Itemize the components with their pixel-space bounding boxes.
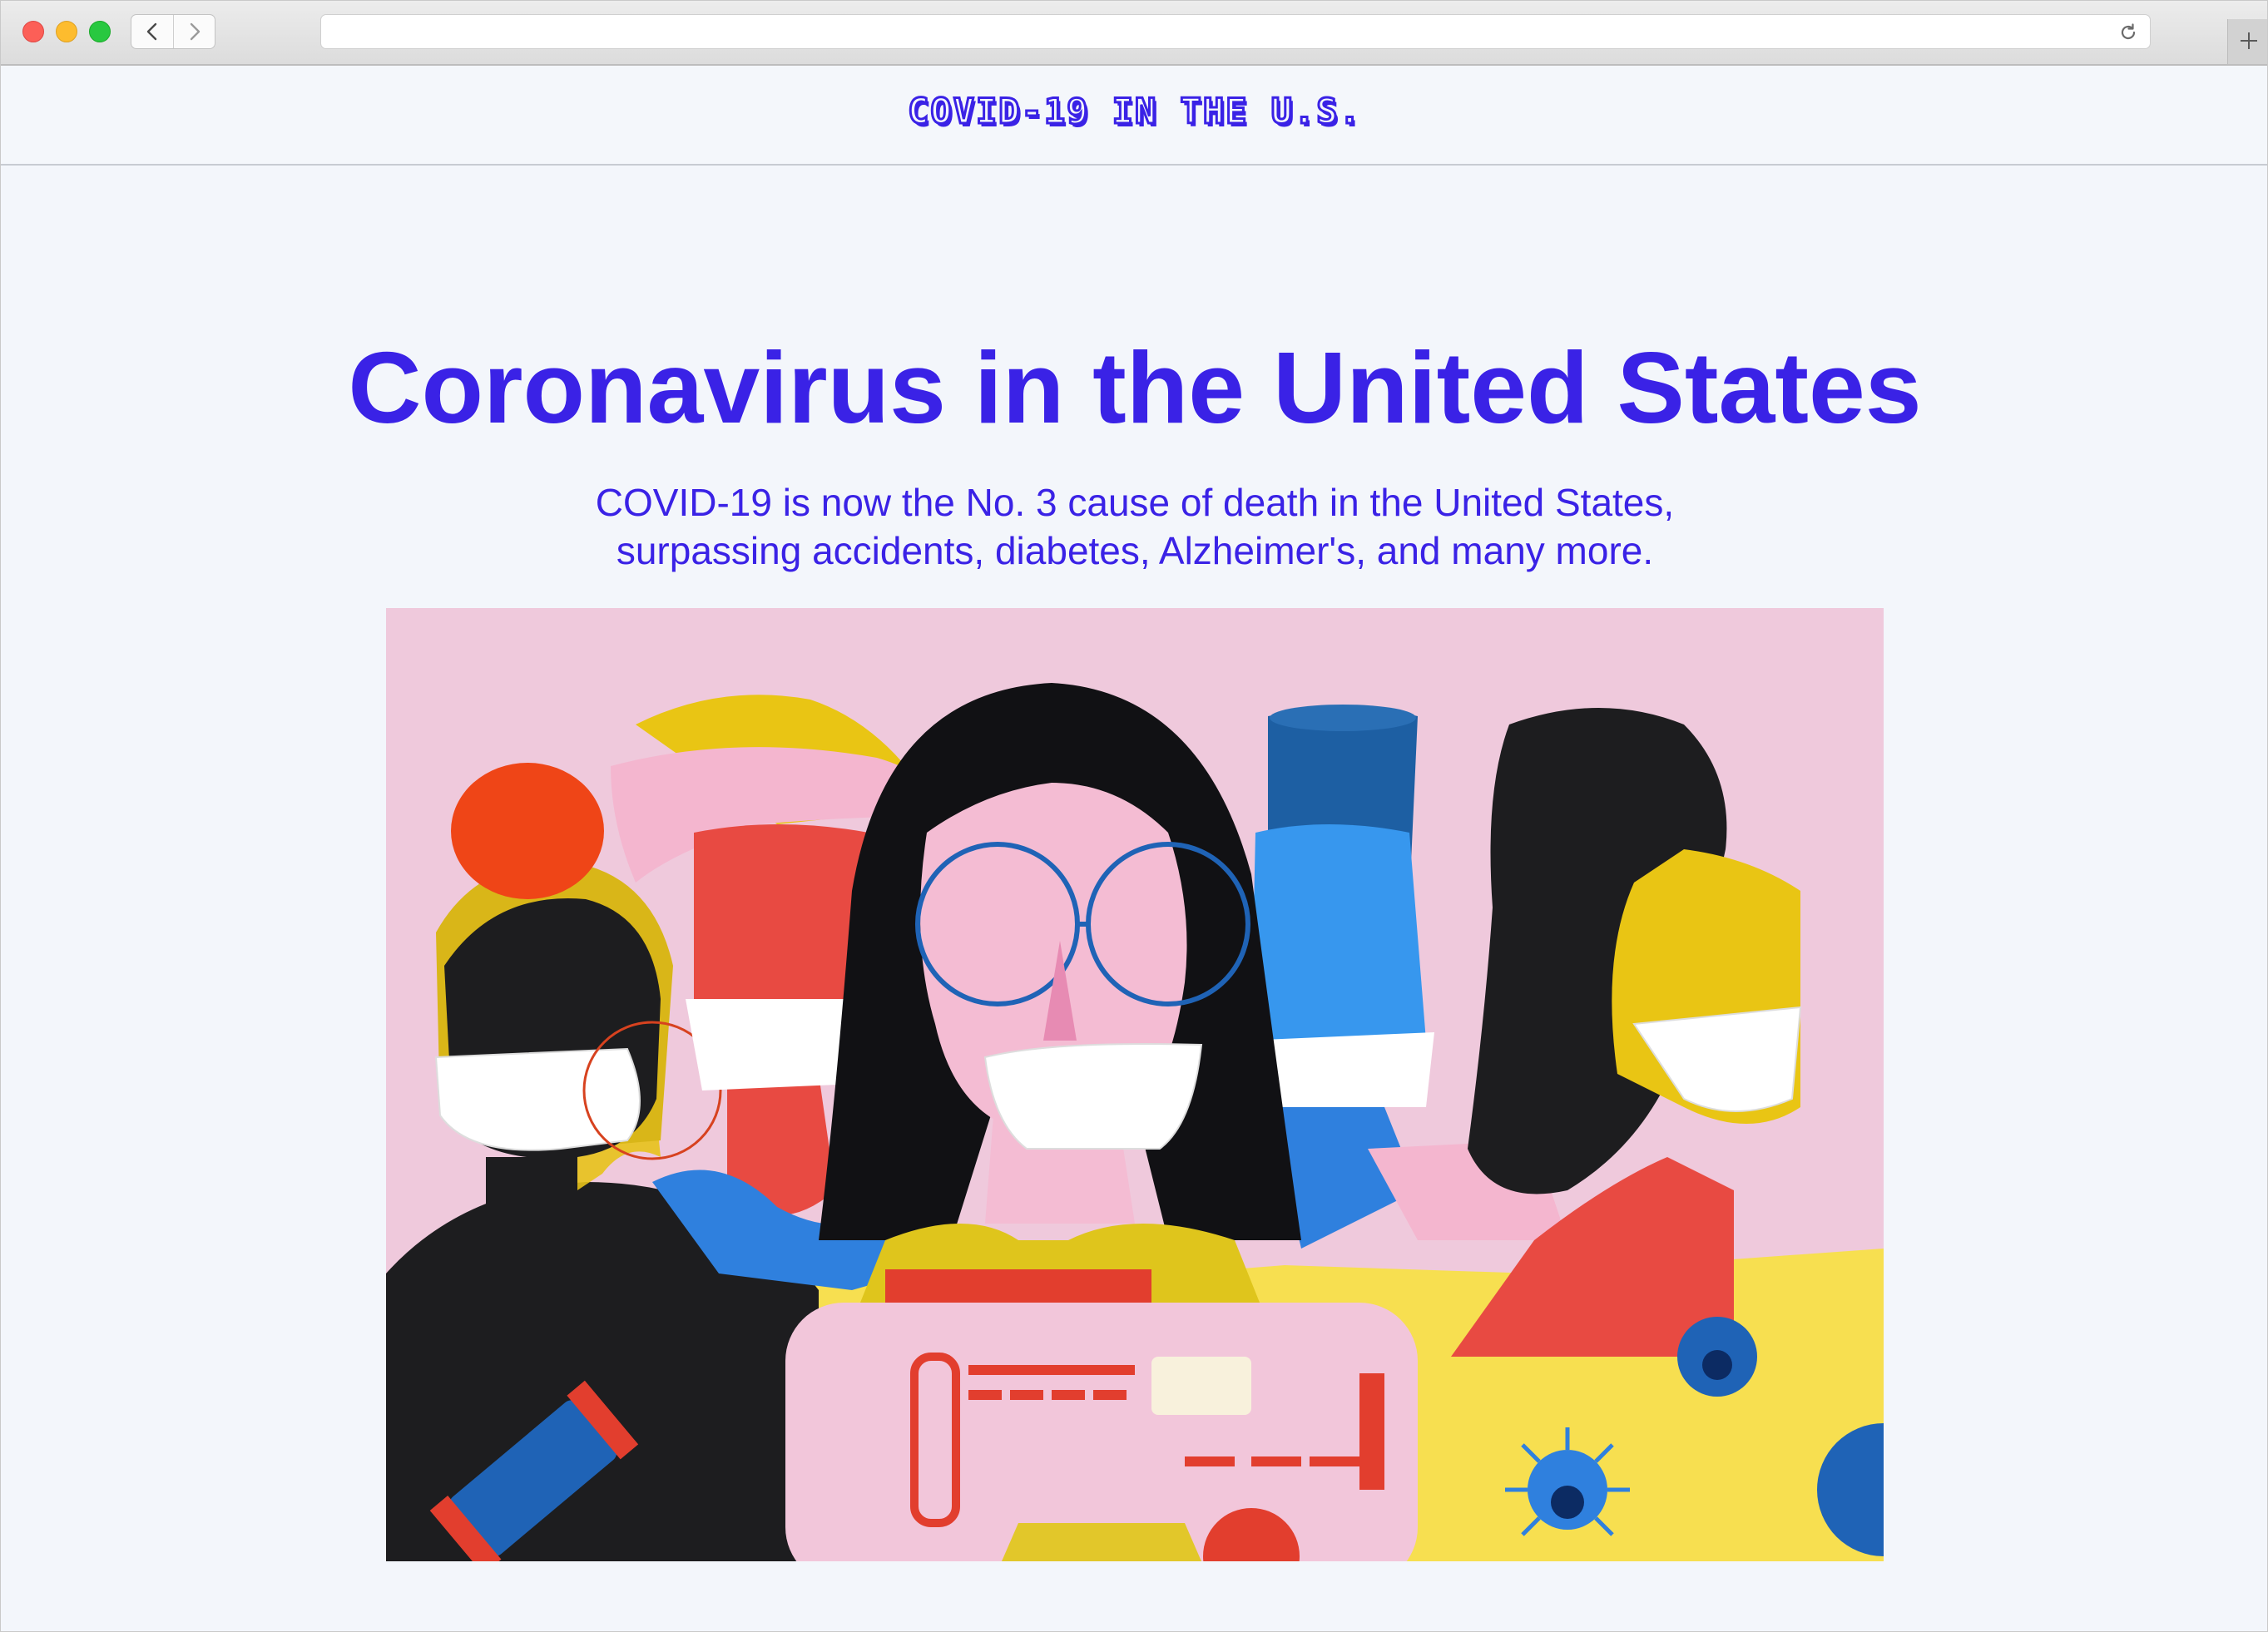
site-logo[interactable]: COVID-19 IN THE U.S. xyxy=(1,90,2267,133)
subtitle-line-2: surpassing accidents, diabetes, Alzheime… xyxy=(616,529,1654,572)
site-header: COVID-19 IN THE U.S. xyxy=(1,66,2267,166)
navigation-buttons xyxy=(131,14,215,49)
masked-people-illustration xyxy=(386,608,1884,1561)
address-bar[interactable] xyxy=(320,14,2151,49)
minimize-window-button[interactable] xyxy=(56,21,77,42)
forward-button[interactable] xyxy=(174,15,215,48)
page-subtitle: COVID-19 is now the No. 3 cause of death… xyxy=(469,478,1800,575)
back-arrow-icon xyxy=(146,22,157,41)
browser-toolbar xyxy=(1,1,2267,66)
plus-icon xyxy=(2241,32,2257,49)
hero-illustration xyxy=(386,608,1884,1561)
back-button[interactable] xyxy=(131,15,174,48)
close-window-button[interactable] xyxy=(22,21,44,42)
reload-icon[interactable] xyxy=(2118,22,2138,42)
page-title: Coronavirus in the United States xyxy=(348,331,1922,444)
forward-arrow-icon xyxy=(190,22,201,41)
subtitle-line-1: COVID-19 is now the No. 3 cause of death… xyxy=(595,481,1675,524)
new-tab-button[interactable] xyxy=(2227,19,2267,64)
browser-window: COVID-19 IN THE U.S. Coronavirus in the … xyxy=(0,0,2268,1632)
maximize-window-button[interactable] xyxy=(89,21,111,42)
